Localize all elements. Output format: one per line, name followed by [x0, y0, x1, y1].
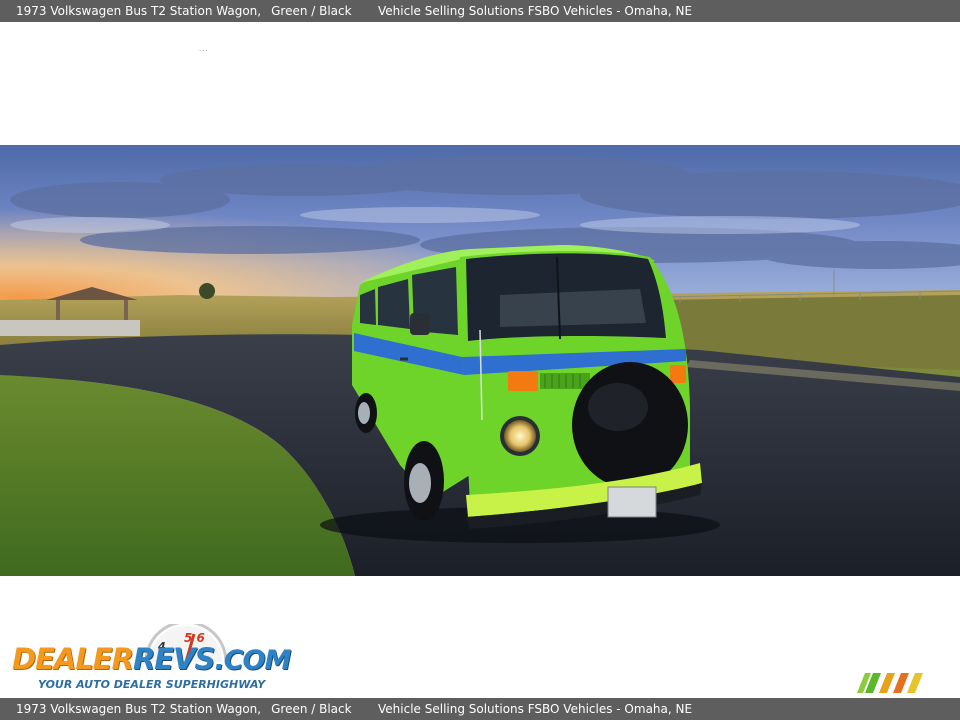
dealer-location: Vehicle Selling Solutions FSBO Vehicles … [378, 4, 693, 18]
tire-icon [572, 362, 688, 488]
footer-dealer-location: Vehicle Selling Solutions FSBO Vehicles … [378, 702, 693, 716]
vehicle-title: 1973 Volkswagen Bus T2 Station Wagon, Gre… [16, 0, 352, 22]
logo-tagline: YOUR AUTO DEALER SUPERHIGHWAY [38, 678, 266, 691]
top-info-bar: 1973 Volkswagen Bus T2 Station Wagon, Gre… [0, 0, 960, 22]
vehicle-name: 1973 Volkswagen Bus T2 Station Wagon, [16, 4, 262, 18]
footer-vehicle-title: 1973 Volkswagen Bus T2 Station Wagon, Gre… [16, 698, 352, 720]
footer-vehicle-colors: Green / Black [271, 702, 352, 716]
stripes-icon [857, 673, 923, 693]
vehicle-photo[interactable] [0, 145, 960, 576]
vehicle-colors: Green / Black [271, 4, 352, 18]
logo-word-dealer: DEALER [12, 642, 134, 676]
logo-word-revs: REVS [132, 642, 215, 676]
vehicle-photo-illustration [0, 145, 960, 576]
dealerrevs-logo[interactable]: 4 5 6 DEALERREVS.COM YOUR AUTO DEALER SU… [12, 624, 291, 694]
logo-wordmark: DEALERREVS.COM [12, 642, 291, 676]
loading-indicator: ... [199, 44, 209, 53]
footer-vehicle-name: 1973 Volkswagen Bus T2 Station Wagon, [16, 702, 262, 716]
bottom-info-bar: 1973 Volkswagen Bus T2 Station Wagon, Gre… [0, 698, 960, 720]
logo-word-com: .COM [214, 645, 291, 676]
